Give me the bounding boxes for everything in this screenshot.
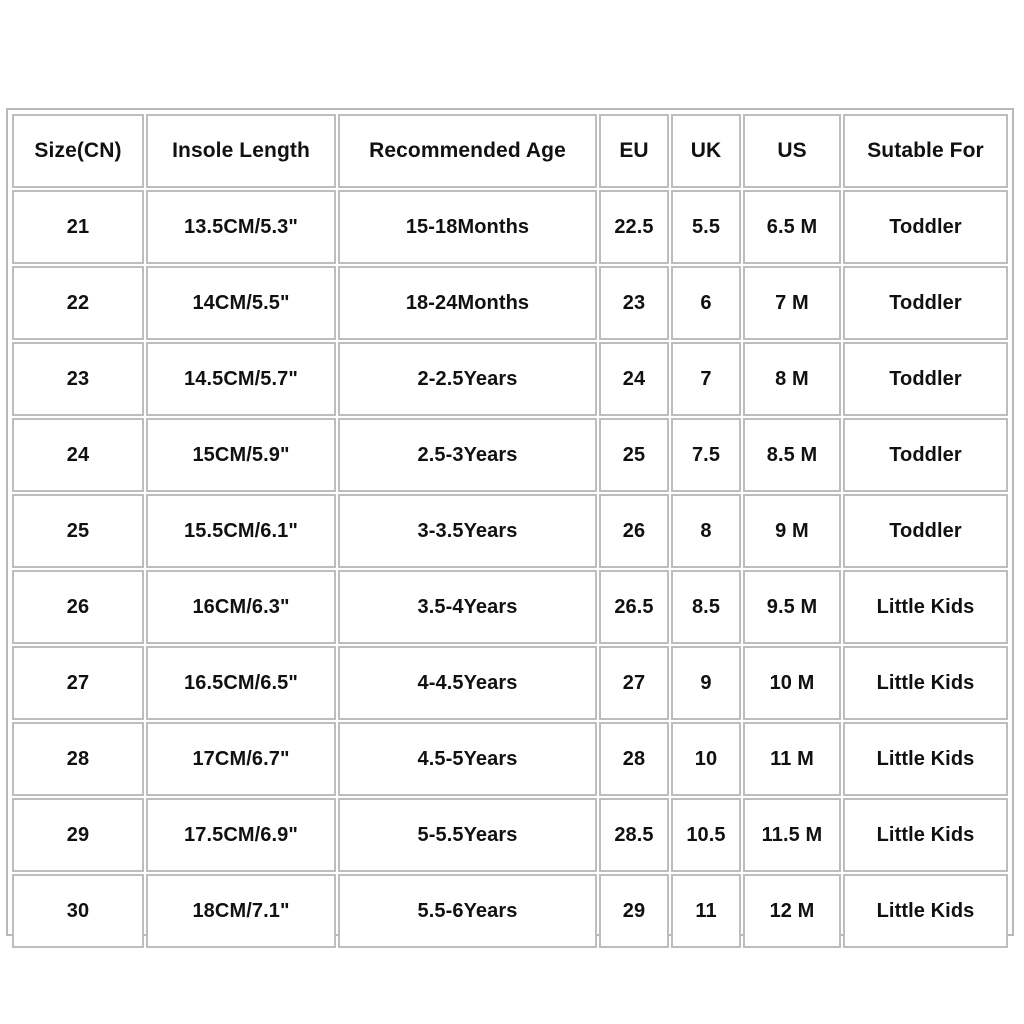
cell-eu: 26: [599, 494, 669, 568]
cell-recommended-age: 3-3.5Years: [338, 494, 597, 568]
cell-eu: 29: [599, 874, 669, 948]
cell-eu: 24: [599, 342, 669, 416]
cell-insole-length: 16CM/6.3": [146, 570, 336, 644]
column-header-eu: EU: [599, 114, 669, 188]
cell-us: 9.5 M: [743, 570, 841, 644]
cell-size-cn: 24: [12, 418, 144, 492]
cell-suitable-for: Little Kids: [843, 798, 1008, 872]
cell-us: 10 M: [743, 646, 841, 720]
cell-eu: 28.5: [599, 798, 669, 872]
table-row: 22 14CM/5.5" 18-24Months 23 6 7 M Toddler: [12, 266, 1008, 340]
table-header: Size(CN) Insole Length Recommended Age EU UK…: [12, 114, 1008, 188]
table-row: 23 14.5CM/5.7" 2-2.5Years 24 7 8 M Toddler: [12, 342, 1008, 416]
cell-recommended-age: 5.5-6Years: [338, 874, 597, 948]
cell-size-cn: 21: [12, 190, 144, 264]
table-row: 28 17CM/6.7" 4.5-5Years 28 10 11 M Little Kids: [12, 722, 1008, 796]
cell-recommended-age: 2-2.5Years: [338, 342, 597, 416]
cell-us: 6.5 M: [743, 190, 841, 264]
column-header-insole-length: Insole Length: [146, 114, 336, 188]
cell-eu: 26.5: [599, 570, 669, 644]
cell-suitable-for: Toddler: [843, 190, 1008, 264]
cell-suitable-for: Little Kids: [843, 722, 1008, 796]
size-chart-container: Size(CN) Insole Length Recommended Age EU UK…: [6, 108, 1014, 948]
cell-suitable-for: Little Kids: [843, 874, 1008, 948]
table-row: 27 16.5CM/6.5" 4-4.5Years 27 9 10 M Little Kid…: [12, 646, 1008, 720]
column-header-uk: UK: [671, 114, 741, 188]
cell-size-cn: 25: [12, 494, 144, 568]
cell-size-cn: 29: [12, 798, 144, 872]
cell-uk: 10: [671, 722, 741, 796]
cell-uk: 7.5: [671, 418, 741, 492]
cell-insole-length: 14.5CM/5.7": [146, 342, 336, 416]
cell-uk: 5.5: [671, 190, 741, 264]
cell-us: 9 M: [743, 494, 841, 568]
cell-suitable-for: Little Kids: [843, 646, 1008, 720]
cell-uk: 11: [671, 874, 741, 948]
cell-suitable-for: Toddler: [843, 266, 1008, 340]
cell-insole-length: 17.5CM/6.9": [146, 798, 336, 872]
cell-size-cn: 27: [12, 646, 144, 720]
table-row: 30 18CM/7.1" 5.5-6Years 29 11 12 M Little Kids: [12, 874, 1008, 948]
cell-suitable-for: Toddler: [843, 494, 1008, 568]
cell-uk: 8: [671, 494, 741, 568]
cell-suitable-for: Toddler: [843, 342, 1008, 416]
cell-size-cn: 23: [12, 342, 144, 416]
cell-eu: 25: [599, 418, 669, 492]
cell-eu: 22.5: [599, 190, 669, 264]
cell-uk: 7: [671, 342, 741, 416]
cell-recommended-age: 15-18Months: [338, 190, 597, 264]
column-header-recommended-age: Recommended Age: [338, 114, 597, 188]
cell-recommended-age: 4.5-5Years: [338, 722, 597, 796]
cell-uk: 10.5: [671, 798, 741, 872]
table-row: 25 15.5CM/6.1" 3-3.5Years 26 8 9 M Toddler: [12, 494, 1008, 568]
cell-eu: 28: [599, 722, 669, 796]
cell-insole-length: 15.5CM/6.1": [146, 494, 336, 568]
table-row: 29 17.5CM/6.9" 5-5.5Years 28.5 10.5 11.5 M Lit…: [12, 798, 1008, 872]
cell-us: 8 M: [743, 342, 841, 416]
table-body: 21 13.5CM/5.3" 15-18Months 22.5 5.5 6.5 M Todd…: [12, 190, 1008, 948]
cell-us: 11 M: [743, 722, 841, 796]
size-chart-table: Size(CN) Insole Length Recommended Age EU UK…: [10, 112, 1010, 950]
cell-uk: 6: [671, 266, 741, 340]
cell-recommended-age: 5-5.5Years: [338, 798, 597, 872]
cell-us: 8.5 M: [743, 418, 841, 492]
cell-insole-length: 16.5CM/6.5": [146, 646, 336, 720]
header-row: Size(CN) Insole Length Recommended Age EU UK…: [12, 114, 1008, 188]
cell-insole-length: 14CM/5.5": [146, 266, 336, 340]
cell-recommended-age: 3.5-4Years: [338, 570, 597, 644]
cell-insole-length: 18CM/7.1": [146, 874, 336, 948]
cell-insole-length: 13.5CM/5.3": [146, 190, 336, 264]
cell-suitable-for: Toddler: [843, 418, 1008, 492]
cell-uk: 9: [671, 646, 741, 720]
column-header-suitable-for: Sutable For: [843, 114, 1008, 188]
table-row: 21 13.5CM/5.3" 15-18Months 22.5 5.5 6.5 M Todd…: [12, 190, 1008, 264]
cell-us: 11.5 M: [743, 798, 841, 872]
cell-recommended-age: 4-4.5Years: [338, 646, 597, 720]
cell-insole-length: 17CM/6.7": [146, 722, 336, 796]
cell-size-cn: 28: [12, 722, 144, 796]
cell-eu: 23: [599, 266, 669, 340]
cell-us: 12 M: [743, 874, 841, 948]
table-row: 24 15CM/5.9" 2.5-3Years 25 7.5 8.5 M Toddler: [12, 418, 1008, 492]
cell-suitable-for: Little Kids: [843, 570, 1008, 644]
cell-size-cn: 26: [12, 570, 144, 644]
cell-insole-length: 15CM/5.9": [146, 418, 336, 492]
cell-recommended-age: 18-24Months: [338, 266, 597, 340]
cell-us: 7 M: [743, 266, 841, 340]
table-row: 26 16CM/6.3" 3.5-4Years 26.5 8.5 9.5 M Little …: [12, 570, 1008, 644]
cell-size-cn: 22: [12, 266, 144, 340]
column-header-us: US: [743, 114, 841, 188]
column-header-size-cn: Size(CN): [12, 114, 144, 188]
cell-eu: 27: [599, 646, 669, 720]
cell-size-cn: 30: [12, 874, 144, 948]
cell-recommended-age: 2.5-3Years: [338, 418, 597, 492]
cell-uk: 8.5: [671, 570, 741, 644]
